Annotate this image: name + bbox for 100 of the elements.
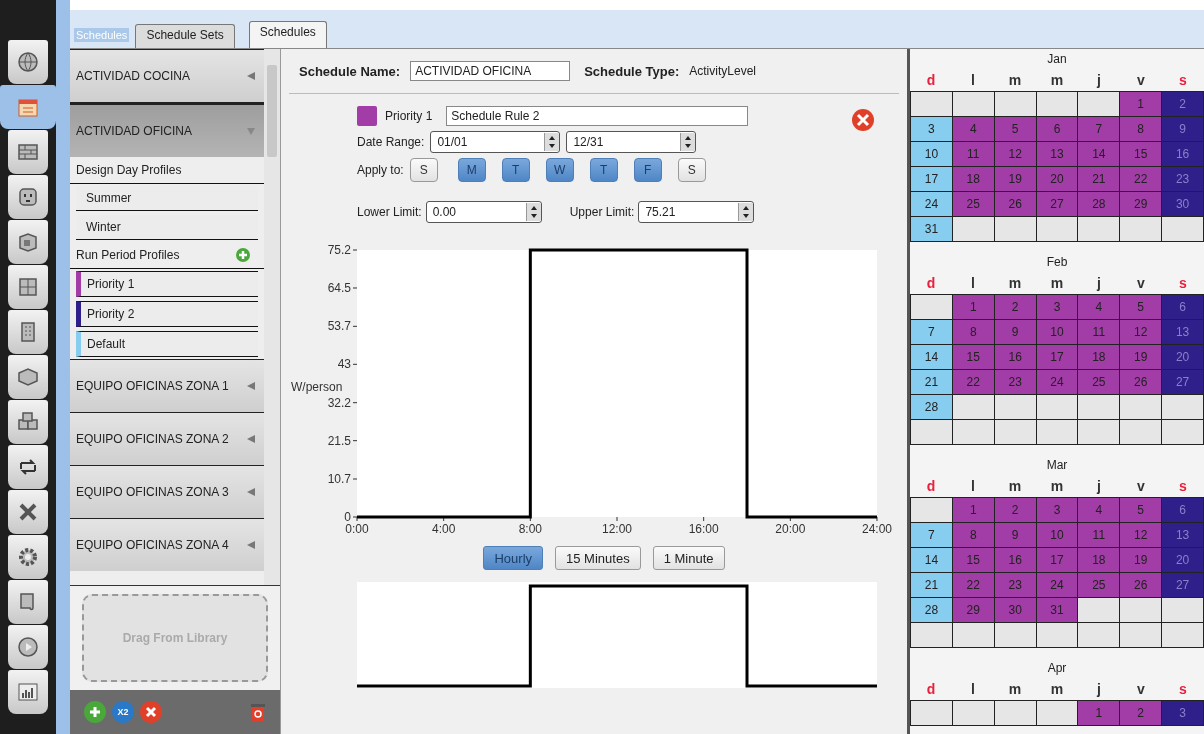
calendar-day[interactable]: 23 — [1162, 167, 1204, 192]
weekday-toggle[interactable]: F — [633, 158, 662, 182]
calendar-day[interactable]: 9 — [994, 320, 1037, 345]
calendar-day[interactable]: 19 — [1120, 345, 1163, 370]
color-swatch[interactable] — [357, 106, 377, 126]
spin-arrows-icon[interactable] — [544, 133, 560, 151]
calendar-day[interactable]: 18 — [952, 167, 995, 192]
nav-tab[interactable] — [8, 490, 48, 534]
nav-tab[interactable] — [8, 175, 48, 219]
weekday-toggle[interactable]: T — [589, 158, 618, 182]
calendar-day[interactable]: 2 — [1162, 92, 1204, 117]
profile-item[interactable]: Priority 2 — [76, 301, 258, 327]
schedule-header[interactable]: EQUIPO OFICINAS ZONA 4 — [70, 518, 264, 571]
calendar-day[interactable]: 22 — [952, 370, 995, 395]
calendar-day[interactable]: 12 — [1120, 320, 1163, 345]
calendar-day[interactable]: 23 — [994, 573, 1037, 598]
calendar-day[interactable]: 25 — [952, 192, 995, 217]
calendar-day[interactable]: 6 — [1036, 117, 1079, 142]
calendar-day[interactable]: 14 — [911, 548, 953, 573]
calendar-day[interactable]: 1 — [1120, 92, 1163, 117]
calendar-day[interactable]: 15 — [952, 548, 995, 573]
add-profile-button[interactable] — [236, 248, 250, 262]
scrollbar[interactable] — [264, 49, 280, 585]
calendar-day[interactable]: 8 — [1120, 117, 1163, 142]
calendar-day[interactable]: 3 — [1036, 498, 1079, 523]
nav-tab[interactable] — [8, 355, 48, 399]
calendar-day[interactable]: 11 — [952, 142, 995, 167]
nav-tab[interactable] — [8, 400, 48, 444]
calendar-day[interactable]: 30 — [994, 598, 1037, 623]
nav-tab[interactable] — [8, 265, 48, 309]
resolution-button[interactable]: 1 Minute — [652, 546, 725, 570]
calendar-day[interactable]: 3 — [1162, 701, 1204, 726]
calendar-day[interactable]: 30 — [1162, 192, 1204, 217]
calendar-day[interactable]: 7 — [911, 523, 953, 548]
nav-tab[interactable] — [8, 220, 48, 264]
date-spinbox[interactable]: 12/31 — [566, 131, 697, 153]
spin-arrows-icon[interactable] — [680, 133, 696, 151]
calendar-day[interactable]: 14 — [911, 345, 953, 370]
calendar-day[interactable]: 1 — [1078, 701, 1121, 726]
calendar-day[interactable]: 20 — [1162, 345, 1204, 370]
nav-tab[interactable] — [8, 445, 48, 489]
calendar-day[interactable]: 19 — [1120, 548, 1163, 573]
calendar-day[interactable]: 5 — [1120, 295, 1163, 320]
calendar-day[interactable]: 21 — [911, 573, 953, 598]
nav-tab[interactable] — [8, 130, 48, 174]
calendar-day[interactable]: 17 — [911, 167, 953, 192]
schedule-header[interactable]: ACTIVIDAD COCINA — [70, 49, 264, 102]
calendar-day[interactable]: 28 — [1078, 192, 1121, 217]
scroll-thumb[interactable] — [267, 65, 277, 157]
drop-zone[interactable]: Drag From Library — [82, 594, 268, 682]
calendar-day[interactable]: 15 — [1120, 142, 1163, 167]
schedule-header[interactable]: ACTIVIDAD OFICINA — [70, 102, 264, 157]
calendar-day[interactable]: 8 — [952, 320, 995, 345]
calendar-day[interactable]: 26 — [1120, 573, 1163, 598]
calendar-day[interactable]: 5 — [994, 117, 1037, 142]
tab[interactable]: Schedule Sets — [135, 24, 235, 48]
tab[interactable]: Schedules — [248, 21, 327, 48]
calendar-day[interactable]: 24 — [1036, 370, 1079, 395]
calendar-day[interactable]: 1 — [952, 295, 995, 320]
calendar-day[interactable]: 21 — [911, 370, 953, 395]
spin-arrows-icon[interactable] — [738, 203, 754, 221]
calendar-day[interactable]: 31 — [911, 217, 953, 242]
add-button[interactable] — [84, 701, 106, 723]
calendar-day[interactable]: 18 — [1078, 548, 1121, 573]
calendar-day[interactable]: 10 — [1036, 320, 1079, 345]
calendar-day[interactable]: 16 — [994, 345, 1037, 370]
calendar-day[interactable]: 28 — [911, 395, 953, 420]
profile-item[interactable]: Default — [76, 331, 258, 357]
calendar-day[interactable]: 26 — [994, 192, 1037, 217]
calendar-day[interactable]: 28 — [911, 598, 953, 623]
calendar-day[interactable]: 17 — [1036, 345, 1079, 370]
calendar-day[interactable]: 6 — [1162, 498, 1204, 523]
nav-tab[interactable] — [8, 580, 48, 624]
calendar-day[interactable]: 3 — [911, 117, 953, 142]
calendar-day[interactable]: 7 — [1078, 117, 1121, 142]
calendar-day[interactable]: 23 — [994, 370, 1037, 395]
calendar-day[interactable]: 5 — [1120, 498, 1163, 523]
date-spinbox[interactable]: 01/01 — [430, 131, 561, 153]
nav-tab[interactable] — [8, 40, 48, 84]
calendar-day[interactable]: 4 — [1078, 295, 1121, 320]
calendar-day[interactable]: 10 — [1036, 523, 1079, 548]
nav-tab[interactable] — [8, 625, 48, 669]
trash-icon[interactable] — [250, 702, 266, 722]
calendar-day[interactable]: 27 — [1162, 573, 1204, 598]
calendar-day[interactable]: 2 — [994, 498, 1037, 523]
weekday-toggle[interactable]: S — [409, 158, 438, 182]
rule-name-field[interactable]: Schedule Rule 2 — [446, 106, 749, 126]
calendar-day[interactable]: 9 — [994, 523, 1037, 548]
weekday-toggle[interactable]: T — [501, 158, 530, 182]
calendar-day[interactable]: 27 — [1036, 192, 1079, 217]
nav-tab[interactable] — [8, 670, 48, 714]
calendar-day[interactable]: 14 — [1078, 142, 1121, 167]
schedule-name-field[interactable]: ACTIVIDAD OFICINA — [410, 61, 571, 81]
calendar-day[interactable]: 6 — [1162, 295, 1204, 320]
calendar-day[interactable]: 12 — [994, 142, 1037, 167]
calendar-day[interactable]: 8 — [952, 523, 995, 548]
schedule-header[interactable]: EQUIPO OFICINAS ZONA 1 — [70, 359, 264, 412]
nav-tab[interactable] — [8, 535, 48, 579]
calendar-day[interactable]: 13 — [1036, 142, 1079, 167]
spin-arrows-icon[interactable] — [525, 203, 541, 221]
